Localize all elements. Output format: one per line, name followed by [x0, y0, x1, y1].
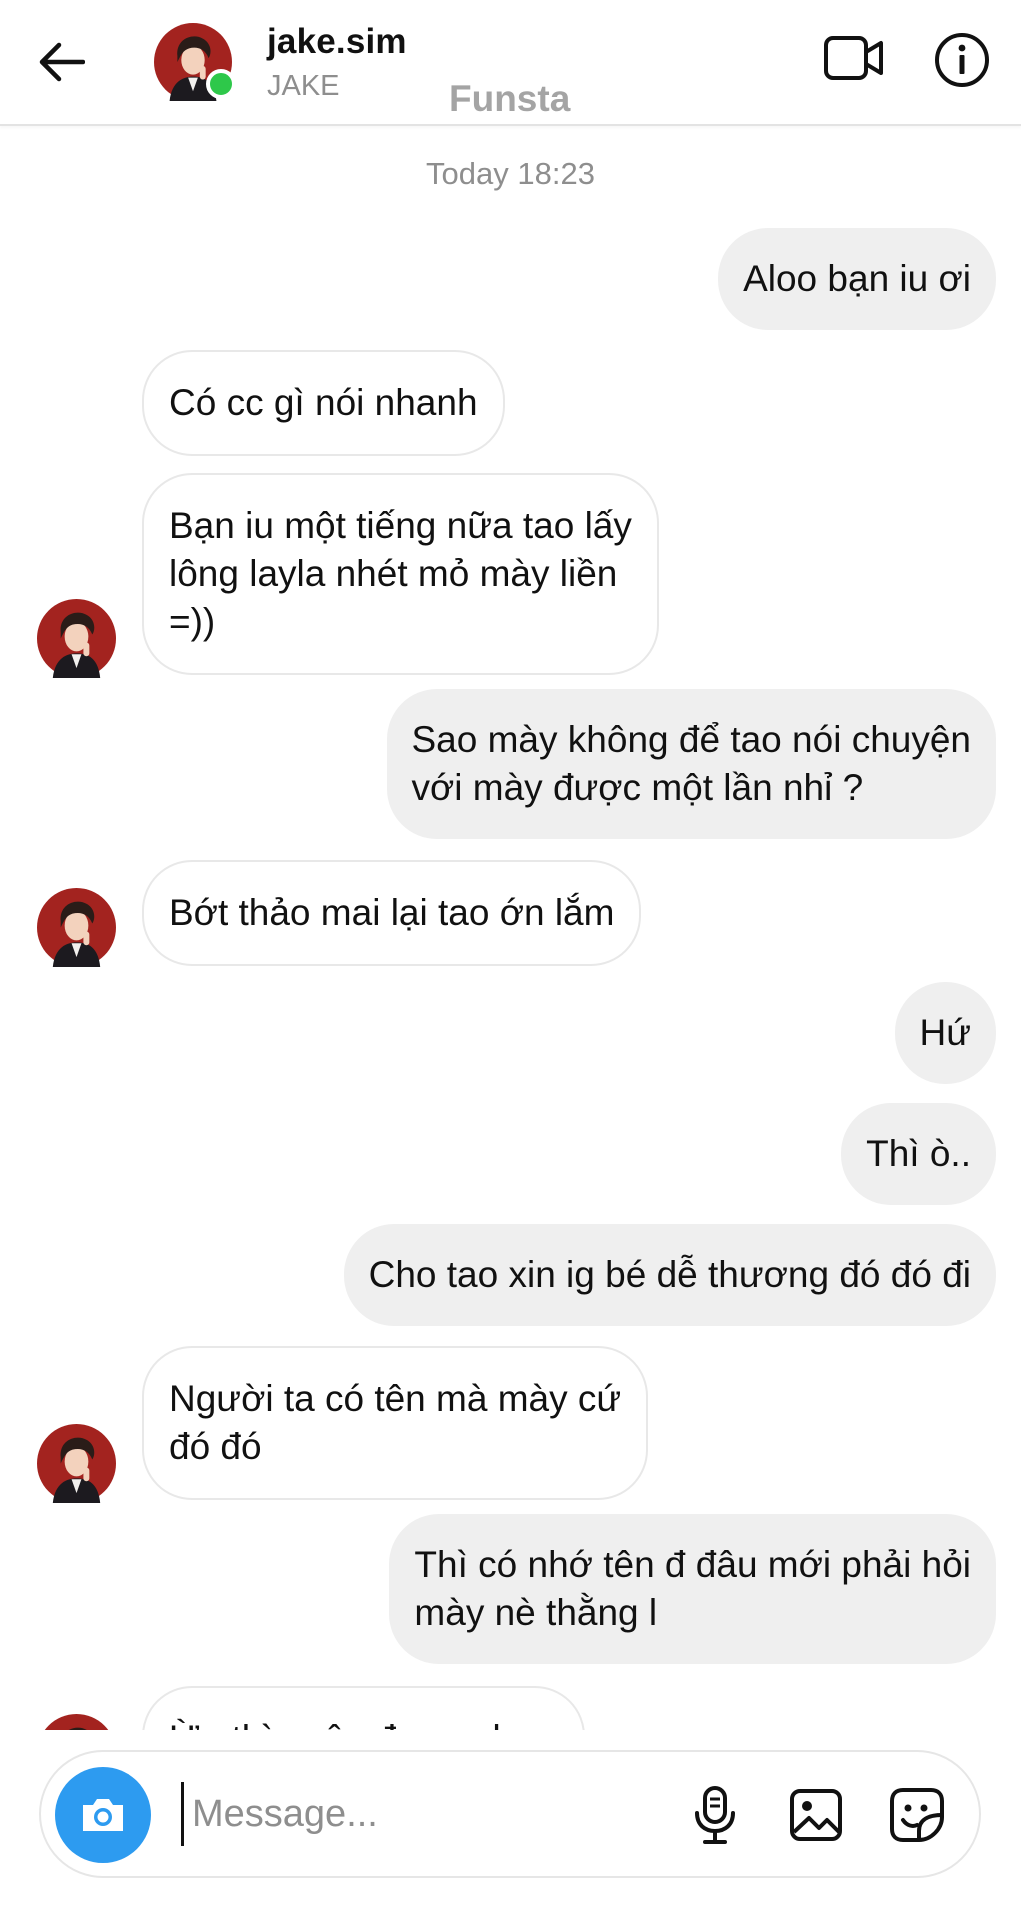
camera-button[interactable] [55, 1767, 151, 1863]
sticker-icon [890, 1788, 944, 1842]
sender-avatar[interactable] [37, 888, 116, 967]
message-input[interactable] [181, 1782, 681, 1846]
incoming-message[interactable]: Bạn iu một tiếng nữa tao lấy lông layla … [142, 473, 659, 675]
camera-icon [83, 1799, 123, 1831]
video-camera-icon [824, 36, 883, 80]
back-button[interactable] [32, 32, 92, 92]
microphone-icon [695, 1786, 735, 1844]
outgoing-message[interactable]: Hứ [894, 982, 996, 1084]
message-timestamp: Today 18:23 [426, 156, 595, 191]
outgoing-message[interactable]: Sao mày không để tao nói chuyện với mày … [386, 689, 996, 839]
video-call-button[interactable] [818, 28, 890, 88]
contact-display-name: JAKE [267, 70, 340, 102]
outgoing-message[interactable]: Thì có nhớ tên đ đâu mới phải hỏi mày nè… [389, 1514, 996, 1664]
online-status-dot [206, 69, 236, 99]
arrow-left-icon [39, 42, 85, 82]
outgoing-message[interactable]: Cho tao xin ig bé dễ thương đó đó đi [343, 1224, 996, 1326]
incoming-message[interactable]: Có cc gì nói nhanh [142, 350, 505, 456]
sender-avatar[interactable] [37, 599, 116, 678]
message-composer [39, 1750, 981, 1878]
incoming-message[interactable]: Bớt thảo mai lại tao ớn lắm [142, 860, 642, 966]
watermark-text: Funsta [449, 78, 571, 119]
outgoing-message[interactable]: Thì ò.. [841, 1103, 996, 1205]
contact-avatar[interactable] [154, 23, 236, 101]
incoming-message[interactable]: Người ta có tên mà mày cứ đó đó [142, 1346, 649, 1500]
sender-avatar[interactable] [37, 1424, 116, 1503]
voice-message-button[interactable] [676, 1776, 754, 1854]
gallery-button[interactable] [777, 1776, 855, 1854]
contact-username[interactable]: jake.sim [267, 22, 407, 62]
conversation-info-button[interactable] [930, 28, 994, 92]
incoming-message[interactable]: Ừa thì quên được chưa [142, 1686, 586, 1730]
chat-header: jake.sim JAKE Funsta [0, 0, 1021, 126]
sender-avatar[interactable] [37, 1714, 116, 1730]
image-gallery-icon [790, 1789, 842, 1841]
info-circle-icon [935, 33, 989, 87]
sticker-button[interactable] [878, 1776, 956, 1854]
outgoing-message[interactable]: Aloo bạn iu ơi [718, 228, 996, 330]
message-thread[interactable]: Today 18:23 Aloo bạn iu ơi Có cc gì nói … [0, 126, 1021, 1730]
